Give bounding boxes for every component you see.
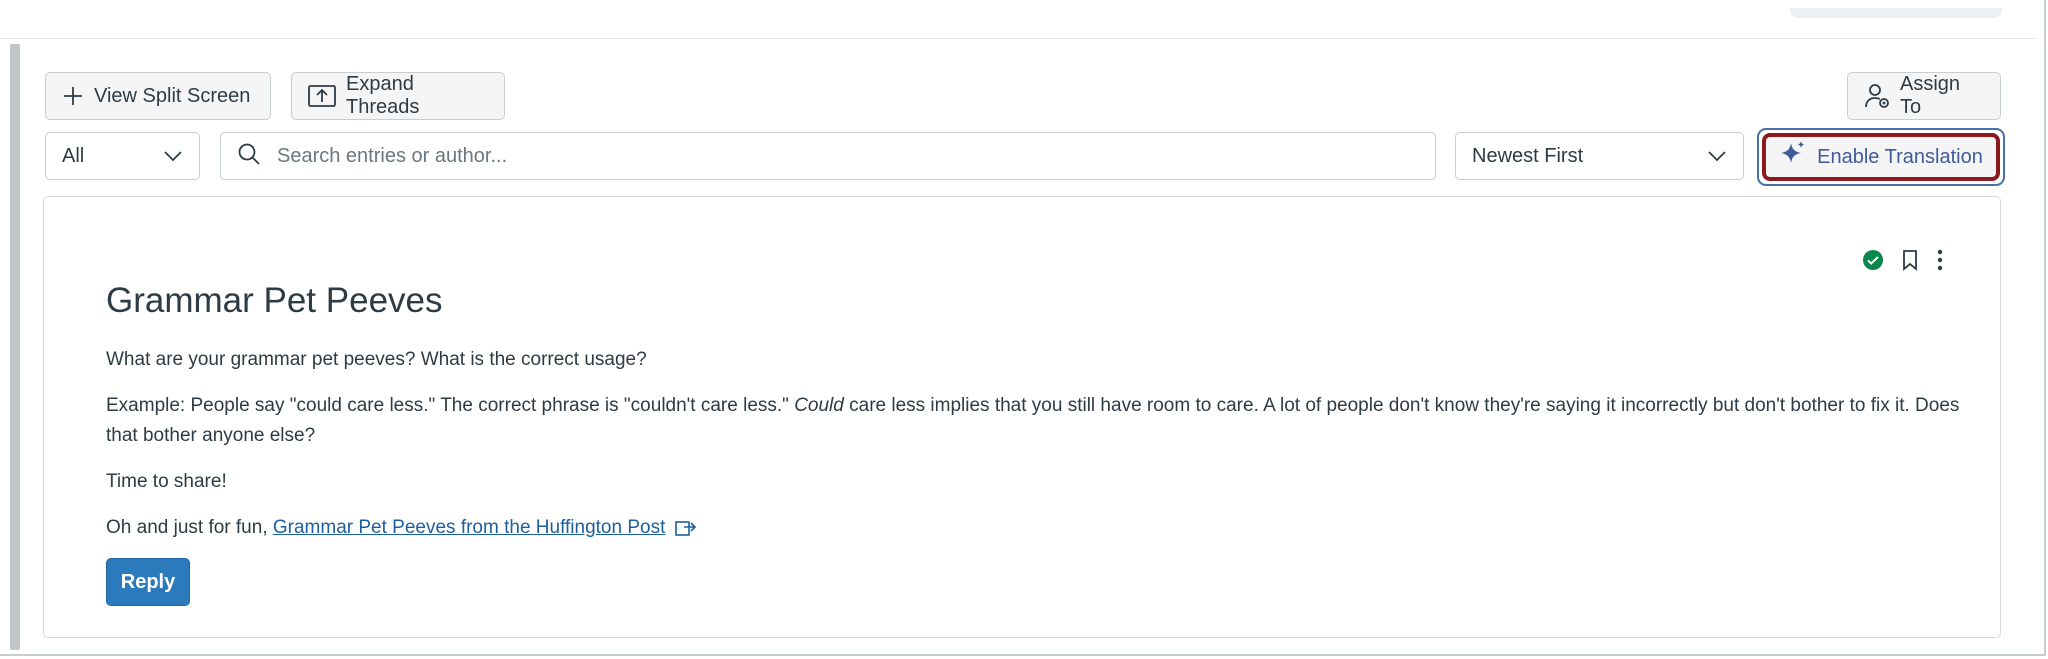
discussion-topic-card: Grammar Pet Peeves What are your grammar…: [43, 196, 2001, 638]
enable-translation-label: Enable Translation: [1817, 145, 1983, 168]
plus-icon: [62, 85, 84, 107]
kebab-menu-icon[interactable]: [1936, 249, 1944, 276]
translation-focus-ring: Enable Translation: [1757, 128, 2005, 186]
view-split-screen-label: View Split Screen: [94, 84, 251, 107]
sort-select-value: Newest First: [1472, 144, 1584, 167]
view-split-screen-button[interactable]: View Split Screen: [45, 72, 271, 120]
expand-icon: [308, 84, 336, 108]
top-tab-stub: [1790, 8, 2002, 18]
paragraph-text: Oh and just for fun,: [106, 517, 273, 538]
topic-body: What are your grammar pet peeves? What i…: [106, 345, 1986, 562]
assign-user-icon: [1864, 83, 1890, 109]
assign-to-button[interactable]: Assign To: [1847, 72, 2001, 120]
post-tools: [1862, 249, 1944, 276]
emphasis-text: Could: [794, 395, 844, 416]
search-input[interactable]: [275, 143, 1419, 169]
topic-paragraph: What are your grammar pet peeves? What i…: [106, 349, 647, 370]
topic-paragraph: Oh and just for fun, Grammar Pet Peeves …: [106, 513, 1986, 546]
published-check-icon: [1862, 249, 1884, 276]
topic-paragraph: Time to share!: [106, 471, 227, 492]
external-link-icon: [674, 516, 697, 546]
assign-to-label: Assign To: [1900, 73, 1961, 118]
search-icon: [237, 142, 261, 171]
expand-threads-button[interactable]: Expand Threads: [291, 72, 505, 120]
search-field[interactable]: [220, 132, 1436, 180]
expand-threads-label: Expand Threads: [346, 73, 420, 118]
top-divider: [0, 38, 2036, 39]
sort-select[interactable]: Newest First: [1455, 132, 1744, 180]
topic-paragraph: Example: People say "could care less." T…: [106, 391, 1986, 451]
bookmark-icon[interactable]: [1902, 249, 1918, 276]
chevron-down-icon: [163, 145, 183, 168]
topic-title: Grammar Pet Peeves: [106, 281, 443, 320]
scope-select[interactable]: All: [45, 132, 200, 180]
scope-select-value: All: [62, 144, 85, 167]
huffington-post-link[interactable]: Grammar Pet Peeves from the Huffington P…: [273, 517, 666, 538]
left-scrollbar[interactable]: [10, 44, 20, 650]
enable-translation-button[interactable]: Enable Translation: [1762, 133, 2000, 181]
paragraph-text: Example: People say "could care less." T…: [106, 395, 795, 416]
sparkle-icon: [1779, 140, 1807, 174]
chevron-down-icon: [1707, 145, 1727, 168]
reply-button[interactable]: Reply: [106, 558, 190, 606]
